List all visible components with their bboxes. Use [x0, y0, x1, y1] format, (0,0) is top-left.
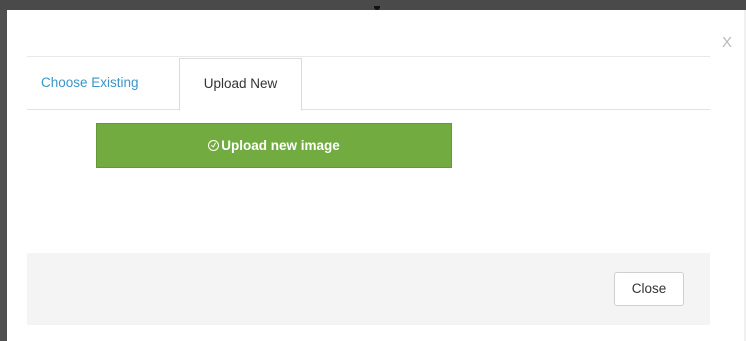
backdrop-left — [0, 10, 7, 341]
upload-button-label: Upload new image — [221, 138, 340, 153]
modal-footer: Close — [27, 253, 710, 325]
header-divider — [27, 56, 710, 57]
tab-bar: Choose Existing Upload New — [27, 58, 710, 111]
tab-upload-new[interactable]: Upload New — [179, 58, 302, 111]
circle-arrow-icon — [208, 140, 220, 151]
upload-image-modal: X Choose Existing Upload New Upload new … — [7, 10, 746, 341]
upload-new-image-button[interactable]: Upload new image — [96, 123, 452, 168]
close-icon[interactable]: X — [722, 35, 732, 50]
tab-choose-existing[interactable]: Choose Existing — [27, 58, 179, 110]
close-button[interactable]: Close — [614, 272, 684, 306]
